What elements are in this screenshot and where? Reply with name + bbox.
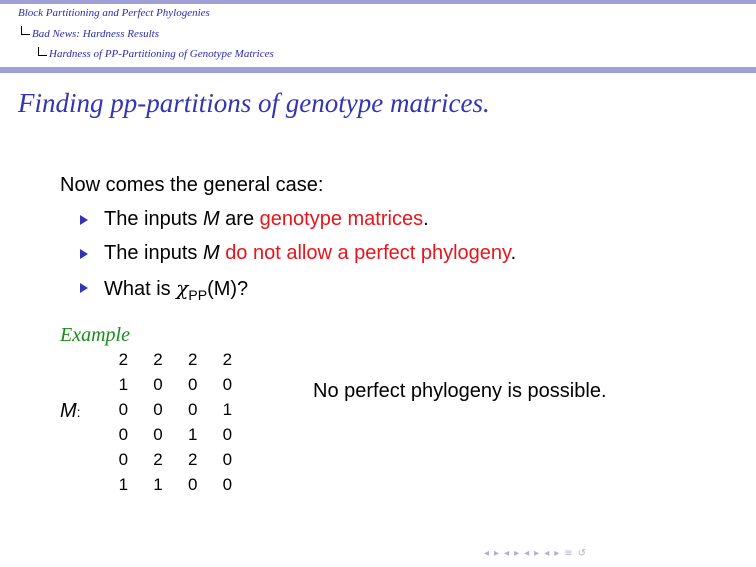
bullet-icon <box>80 283 88 293</box>
subsection-prev-icon[interactable]: ◂ <box>504 548 509 560</box>
bullet-item-1: The inputs M are genotype matrices. <box>104 208 429 230</box>
header-bar-top <box>0 0 756 4</box>
section-next-icon[interactable]: ▸ <box>534 548 539 560</box>
matrix-cell: 1 <box>153 475 163 494</box>
matrix-cell: 2 <box>187 450 198 469</box>
slide-prev-icon[interactable]: ◂ <box>544 548 549 560</box>
matrix-cell: 0 <box>118 450 129 469</box>
slide-title: Finding pp-partitions of genotype matric… <box>18 88 490 118</box>
matrix-row: 2 2 2 2 <box>106 347 245 372</box>
matrix-label: M: <box>60 400 81 422</box>
bullet-item-3: What is χPP(M)? <box>104 276 249 303</box>
matrix-cell: 0 <box>153 425 163 444</box>
align-icon[interactable]: ≡ <box>564 548 572 560</box>
matrix-cell: 0 <box>187 375 198 394</box>
matrix-cell: 0 <box>118 425 129 444</box>
breadcrumb-connector-1 <box>21 26 30 35</box>
matrix-cell: 1 <box>118 475 129 494</box>
matrix-cell: 2 <box>153 450 163 469</box>
bullet-icon <box>80 249 88 259</box>
subsection-next-icon[interactable]: ▸ <box>514 548 519 560</box>
matrix-cell: 0 <box>187 400 198 419</box>
header-bar-bottom <box>0 67 756 73</box>
matrix-row: 0 0 0 1 <box>106 397 245 422</box>
matrix-row: 1 1 0 0 <box>106 472 245 497</box>
beamer-navigation: ◂ ▸ ◂ ▸ ◂ ▸ ◂ ▸ ≡ ↺ <box>484 548 586 560</box>
matrix-cell: 1 <box>118 375 129 394</box>
breadcrumb-connector-2 <box>38 47 47 56</box>
matrix-cell: 0 <box>222 425 233 444</box>
matrix-cell: 2 <box>118 350 129 369</box>
slide-next-icon[interactable]: ▸ <box>554 548 559 560</box>
matrix-cell: 0 <box>222 475 233 494</box>
matrix-cell: 0 <box>153 375 163 394</box>
breadcrumb-subsubsection[interactable]: Hardness of PP-Partitioning of Genotype … <box>49 48 274 60</box>
matrix-cell: 1 <box>187 425 198 444</box>
matrix-cell: 0 <box>153 400 163 419</box>
matrix-cell: 0 <box>222 450 233 469</box>
matrix-cell: 0 <box>187 475 198 494</box>
frame-next-icon[interactable]: ▸ <box>494 548 499 560</box>
breadcrumb-section[interactable]: Block Partitioning and Perfect Phylogeni… <box>18 7 210 19</box>
matrix-row: 0 2 2 0 <box>106 447 245 472</box>
example-label: Example <box>60 324 130 346</box>
section-prev-icon[interactable]: ◂ <box>524 548 529 560</box>
example-note: No perfect phylogeny is possible. <box>313 380 607 402</box>
matrix-cell: 2 <box>153 350 163 369</box>
bullet-item-2: The inputs M do not allow a perfect phyl… <box>104 242 517 264</box>
matrix-row: 0 0 1 0 <box>106 422 245 447</box>
matrix-cell: 0 <box>118 400 129 419</box>
matrix-cell: 2 <box>222 350 233 369</box>
matrix-cell: 0 <box>222 375 233 394</box>
bullet-icon <box>80 215 88 225</box>
genotype-matrix: 2 2 2 2 1 0 0 0 0 0 0 1 0 0 1 0 0 2 2 0 1 1 0 0 <box>106 347 245 497</box>
breadcrumb-subsection[interactable]: Bad News: Hardness Results <box>32 28 159 40</box>
matrix-row: 1 0 0 0 <box>106 372 245 397</box>
matrix-cell: 2 <box>187 350 198 369</box>
frame-prev-icon[interactable]: ◂ <box>484 548 489 560</box>
intro-text: Now comes the general case: <box>60 174 324 196</box>
search-icon[interactable]: ↺ <box>578 548 586 560</box>
matrix-cell: 1 <box>222 400 233 419</box>
